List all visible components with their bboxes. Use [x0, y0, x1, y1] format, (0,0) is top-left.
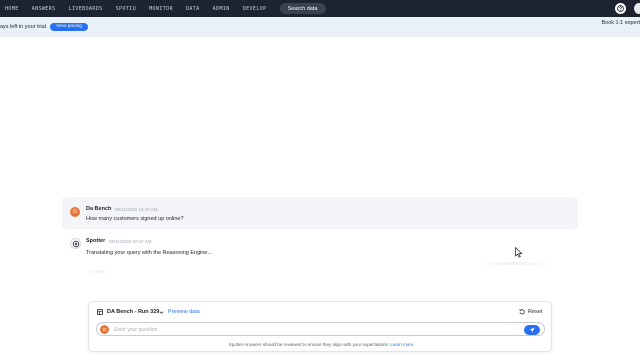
nav-monitor[interactable]: MONITOR	[149, 6, 173, 12]
nav-answers[interactable]: ANSWERS	[32, 6, 56, 12]
book-expert-link[interactable]: Book 1:1 expert	[601, 20, 640, 26]
nav-data[interactable]: DATA	[186, 6, 200, 12]
query-panel: DA Bench - Run 329 Preview data Reset D …	[88, 301, 552, 352]
search-data-button[interactable]: Search data	[279, 3, 326, 14]
spotter-avatar	[70, 238, 81, 249]
nav-home[interactable]: HOME	[5, 6, 19, 12]
table-icon	[97, 309, 103, 315]
spotter-status-text: Translating your query with the Reasonin…	[86, 250, 213, 256]
user-message-time: 09/11/2025 10:47 AM	[115, 207, 158, 212]
loading-placeholder	[86, 270, 110, 273]
question-icon	[617, 5, 624, 12]
spotter-message: Spotter 09/11/2025 10:47 AM Translating …	[62, 233, 578, 278]
mouse-cursor-icon	[515, 247, 523, 258]
profile-avatar[interactable]	[634, 3, 640, 14]
user-message-text: How many customers signed up online?	[86, 216, 184, 222]
preview-data-link[interactable]: Preview data	[168, 309, 200, 315]
chevron-down-icon[interactable]	[159, 310, 164, 315]
learn-more-link[interactable]: Learn more	[390, 342, 413, 347]
query-input-box[interactable]: D	[96, 322, 545, 336]
help-button[interactable]	[615, 3, 626, 14]
composer-avatar: D	[100, 325, 109, 334]
user-avatar: D	[70, 207, 80, 217]
nav-liveboards[interactable]: LIVEBOARDS	[69, 6, 103, 12]
trial-text: ays left in your trial.	[0, 24, 48, 30]
spotter-message-time: 09/11/2025 10:47 AM	[109, 239, 152, 244]
nav-spotiq[interactable]: SPOTIQ	[116, 6, 136, 12]
nav-admin[interactable]: ADMIN	[213, 6, 230, 12]
trial-banner: ays left in your trial. View pricing Boo…	[0, 17, 640, 37]
spotter-icon	[72, 240, 79, 247]
send-icon	[529, 327, 535, 332]
user-name: Da Bench	[86, 206, 112, 212]
spotter-name: Spotter	[86, 238, 106, 244]
disclaimer-text: Spotter Answers should be reviewed to en…	[228, 342, 390, 347]
question-input[interactable]	[114, 325, 514, 334]
send-button[interactable]	[524, 324, 540, 335]
loading-placeholder	[477, 262, 553, 265]
nav-develop[interactable]: DEVELOP	[243, 6, 267, 12]
view-pricing-button[interactable]: View pricing	[50, 22, 88, 31]
reset-button[interactable]: Reset	[528, 309, 542, 315]
user-message: D Da Bench 09/11/2025 10:47 AM How many …	[62, 197, 578, 229]
top-nav: HOME ANSWERS LIVEBOARDS SPOTIQ MONITOR D…	[0, 0, 640, 17]
reset-icon[interactable]	[519, 308, 525, 315]
disclaimer: Spotter Answers should be reviewed to en…	[89, 342, 553, 347]
dataset-selector[interactable]: DA Bench - Run 329	[107, 309, 159, 315]
